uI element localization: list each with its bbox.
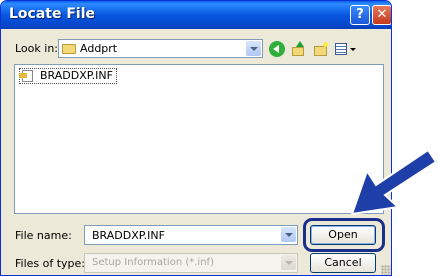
close-icon: ✕ <box>376 7 388 22</box>
file-name-value: BRADDXP.INF <box>92 229 165 242</box>
close-button[interactable]: ✕ <box>372 5 391 25</box>
chevron-down-icon[interactable] <box>281 227 296 242</box>
file-name-label: File name: <box>15 229 72 242</box>
title-bar: Locate File ? ✕ <box>1 1 391 29</box>
list-item[interactable]: BRADDXP.INF <box>19 68 117 84</box>
help-button[interactable]: ? <box>350 5 370 25</box>
look-in-label: Look in: <box>15 42 58 55</box>
cancel-button[interactable]: Cancel <box>310 253 376 273</box>
views-menu-icon[interactable] <box>334 41 356 57</box>
new-folder-icon[interactable] <box>313 41 329 57</box>
chevron-down-icon <box>281 255 296 270</box>
look-in-dropdown[interactable]: Addprt <box>58 39 263 58</box>
up-folder-icon[interactable] <box>291 41 307 57</box>
setup-file-icon <box>19 70 33 82</box>
locate-file-dialog: Locate File ? ✕ Look in: Addprt BRADDXP.… <box>0 0 392 276</box>
file-name-field[interactable]: BRADDXP.INF <box>84 225 298 245</box>
file-type-dropdown: Setup Information (*.inf) <box>84 253 298 273</box>
look-in-value: Addprt <box>80 42 118 55</box>
file-list[interactable]: BRADDXP.INF <box>14 64 384 214</box>
folder-icon <box>62 44 76 54</box>
file-name: BRADDXP.INF <box>40 69 113 82</box>
file-type-label: Files of type: <box>15 257 86 270</box>
back-icon[interactable] <box>269 41 285 57</box>
dialog-title: Locate File <box>9 6 96 22</box>
help-icon: ? <box>356 7 364 22</box>
resize-grip[interactable] <box>381 265 391 275</box>
file-type-value: Setup Information (*.inf) <box>92 257 214 268</box>
chevron-down-icon[interactable] <box>246 41 261 56</box>
open-button-highlight <box>303 218 385 252</box>
